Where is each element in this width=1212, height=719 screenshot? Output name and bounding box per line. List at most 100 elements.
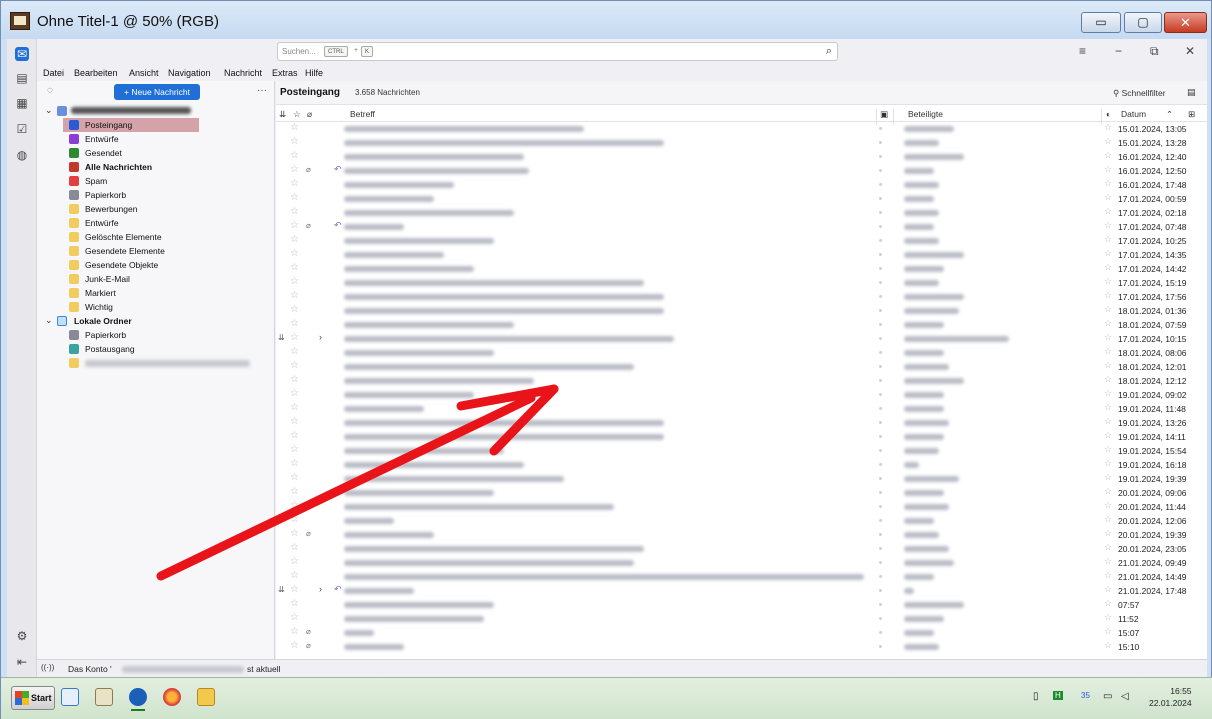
star-icon[interactable]: ☆ — [290, 262, 299, 273]
star-icon[interactable]: ☆ — [290, 150, 299, 161]
star-icon[interactable]: ☆ — [290, 318, 299, 329]
folder-item[interactable]: Gesendet — [37, 146, 275, 160]
read-status-icon[interactable]: ☆ — [1104, 122, 1112, 133]
date-column-header[interactable]: Datum — [1121, 109, 1146, 119]
read-status-icon[interactable]: ☆ — [1104, 570, 1112, 581]
table-row[interactable]: ☆ ☆ 19.01.2024, 15:54 — [276, 444, 1207, 458]
chevron-down-icon[interactable]: ⌄ — [45, 105, 53, 116]
get-messages-icon[interactable]: ◌ — [47, 85, 53, 96]
table-row[interactable]: ☆ ☆ 19.01.2024, 09:02 — [276, 388, 1207, 402]
folder-item[interactable]: Markiert — [37, 286, 275, 300]
read-status-icon[interactable]: ☆ — [1104, 542, 1112, 553]
spam-status-dot[interactable] — [879, 351, 882, 354]
table-row[interactable]: ☆ ⌀ ↶ ☆ 16.01.2024, 12:50 — [276, 164, 1207, 178]
spam-status-dot[interactable] — [879, 435, 882, 438]
table-row[interactable]: ☆ ☆ 18.01.2024, 01:36 — [276, 304, 1207, 318]
chevron-right-icon[interactable]: › — [319, 584, 322, 594]
table-row[interactable]: ☆ ☆ 20.01.2024, 09:06 — [276, 486, 1207, 500]
read-status-icon[interactable]: ☆ — [1104, 486, 1112, 497]
table-row[interactable]: ☆ ☆ 21.01.2024, 09:49 — [276, 556, 1207, 570]
read-status-icon[interactable]: ☆ — [1104, 290, 1112, 301]
star-icon[interactable]: ☆ — [290, 500, 299, 511]
minimize-button[interactable]: ▭ — [1081, 12, 1121, 33]
folder-item[interactable]: Junk-E-Mail — [37, 272, 275, 286]
read-status-icon[interactable]: ☆ — [1104, 374, 1112, 385]
table-row[interactable]: ☆ ☆ 17.01.2024, 00:59 — [276, 192, 1207, 206]
read-status-icon[interactable]: ☆ — [1104, 304, 1112, 315]
table-row[interactable]: ☆ ☆ 17.01.2024, 14:35 — [276, 248, 1207, 262]
read-status-icon[interactable]: ☆ — [1104, 332, 1112, 343]
spam-column-icon[interactable]: ▣ — [880, 109, 888, 120]
table-row[interactable]: ☆ ☆ 16.01.2024, 17:48 — [276, 178, 1207, 192]
read-status-icon[interactable]: ☆ — [1104, 136, 1112, 147]
star-icon[interactable]: ☆ — [290, 206, 299, 217]
account-row[interactable]: ⌄ — [37, 104, 275, 118]
star-icon[interactable]: ☆ — [290, 234, 299, 245]
address-book-icon[interactable]: ▤ — [15, 71, 29, 85]
star-icon[interactable]: ☆ — [290, 388, 299, 399]
table-row[interactable]: ☆ ☆ 11:52 — [276, 612, 1207, 626]
star-icon[interactable]: ☆ — [290, 542, 299, 553]
star-icon[interactable]: ☆ — [290, 276, 299, 287]
subject-column-header[interactable]: Betreff — [350, 109, 375, 119]
star-icon[interactable]: ☆ — [290, 290, 299, 301]
table-row[interactable]: ☆ ☆ 17.01.2024, 02:18 — [276, 206, 1207, 220]
folder-item[interactable]: Entwürfe — [37, 216, 275, 230]
read-status-icon[interactable]: ☆ — [1104, 430, 1112, 441]
table-row[interactable]: ☆ ☆ 18.01.2024, 07:59 — [276, 318, 1207, 332]
read-status-icon[interactable]: ☆ — [1104, 178, 1112, 189]
spam-status-dot[interactable] — [879, 225, 882, 228]
local-folder-item[interactable]: Postausgang — [37, 342, 275, 356]
spam-status-dot[interactable] — [879, 393, 882, 396]
spam-status-dot[interactable] — [879, 239, 882, 242]
star-icon[interactable]: ☆ — [290, 346, 299, 357]
star-icon[interactable]: ☆ — [290, 486, 299, 497]
spam-status-dot[interactable] — [879, 211, 882, 214]
spam-status-dot[interactable] — [879, 253, 882, 256]
read-status-icon[interactable]: ☆ — [1104, 360, 1112, 371]
read-status-icon[interactable]: ☆ — [1104, 416, 1112, 427]
start-button[interactable]: Start — [11, 686, 55, 710]
read-status-icon[interactable]: ☆ — [1104, 192, 1112, 203]
table-row[interactable]: ⇊ › ☆ ☆ 17.01.2024, 10:15 — [276, 332, 1207, 346]
star-icon[interactable]: ☆ — [290, 304, 299, 315]
participants-column-header[interactable]: Beteiligte — [908, 109, 943, 119]
calendar-icon[interactable]: ▦ — [15, 96, 29, 110]
star-icon[interactable]: ☆ — [290, 416, 299, 427]
global-search-input[interactable]: Suchen... CTRL + K ⌕ — [277, 42, 838, 61]
table-row[interactable]: ☆ ☆ 20.01.2024, 11:44 — [276, 500, 1207, 514]
table-row[interactable]: ☆ ☆ 19.01.2024, 19:39 — [276, 472, 1207, 486]
folder-item[interactable]: Entwürfe — [37, 132, 275, 146]
star-icon[interactable]: ☆ — [290, 374, 299, 385]
table-row[interactable]: ☆ ☆ 19.01.2024, 13:26 — [276, 416, 1207, 430]
read-status-icon[interactable]: ☆ — [1104, 626, 1112, 637]
spam-status-dot[interactable] — [879, 589, 882, 592]
spam-status-dot[interactable] — [879, 323, 882, 326]
star-icon[interactable]: ☆ — [290, 598, 299, 609]
read-status-icon[interactable]: ☆ — [1104, 598, 1112, 609]
star-icon[interactable]: ☆ — [290, 584, 299, 595]
star-icon[interactable]: ☆ — [290, 122, 299, 133]
spam-status-dot[interactable] — [879, 281, 882, 284]
folder-item[interactable]: Posteingang — [37, 118, 275, 132]
folder-item[interactable]: Gesendete Objekte — [37, 258, 275, 272]
star-icon[interactable]: ☆ — [290, 360, 299, 371]
tray-number[interactable]: 35 — [1081, 691, 1090, 700]
menu-navigation[interactable]: Navigation — [168, 68, 211, 78]
table-row[interactable]: ☆ ☆ 19.01.2024, 11:48 — [276, 402, 1207, 416]
settings-gear-icon[interactable]: ⚙ — [15, 629, 29, 643]
star-icon[interactable]: ☆ — [290, 514, 299, 525]
table-row[interactable]: ☆ ⌀ ↶ ☆ 17.01.2024, 07:48 — [276, 220, 1207, 234]
table-row[interactable]: ☆ ☆ 20.01.2024, 12:06 — [276, 514, 1207, 528]
close-button[interactable]: ✕ — [1164, 12, 1207, 33]
read-status-icon[interactable]: ☆ — [1104, 248, 1112, 259]
close-app-icon[interactable]: ✕ — [1185, 44, 1195, 58]
table-row[interactable]: ☆ ☆ 17.01.2024, 17:56 — [276, 290, 1207, 304]
spam-status-dot[interactable] — [879, 309, 882, 312]
read-status-icon[interactable]: ☆ — [1104, 584, 1112, 595]
folder-item-redacted[interactable] — [37, 356, 275, 370]
spam-status-dot[interactable] — [879, 407, 882, 410]
star-icon[interactable]: ☆ — [290, 332, 299, 343]
star-icon[interactable]: ☆ — [290, 626, 299, 637]
star-icon[interactable]: ☆ — [290, 472, 299, 483]
